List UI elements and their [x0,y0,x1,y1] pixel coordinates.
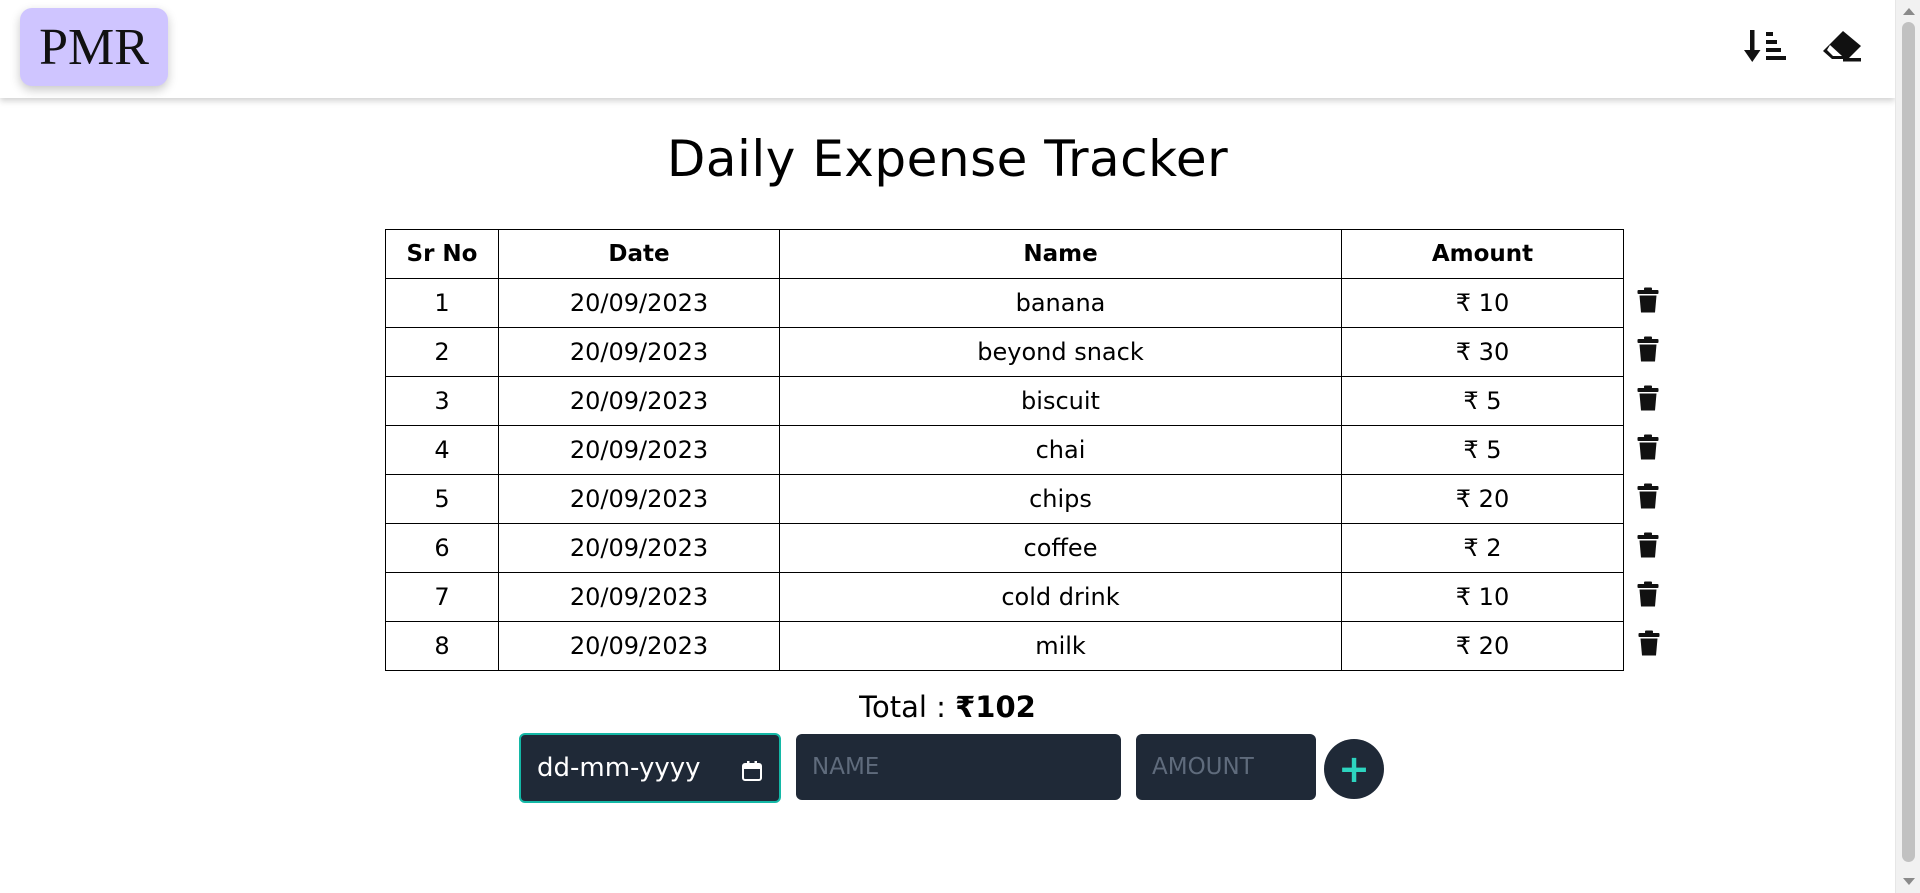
cell-amount: ₹ 10 [1341,278,1624,328]
table-row: 6 20/09/2023 coffee ₹ 2 [385,523,1660,573]
table-row: 3 20/09/2023 biscuit ₹ 5 [385,376,1660,426]
table-header-row: Sr No Date Name Amount [385,229,1660,279]
trash-icon[interactable] [1637,385,1659,417]
table-row: 8 20/09/2023 milk ₹ 20 [385,621,1660,671]
scroll-up-arrow-icon[interactable] [1903,8,1915,15]
total-summary: Total : ₹102 [0,690,1895,724]
delete-row-button[interactable] [1624,377,1660,426]
trash-icon[interactable] [1637,434,1659,466]
cell-sr-no: 7 [385,572,499,622]
cell-amount: ₹ 30 [1341,327,1624,377]
trash-icon[interactable] [1637,483,1659,515]
amount-placeholder: AMOUNT [1152,754,1254,780]
name-input[interactable]: NAME [796,734,1121,800]
trash-icon[interactable] [1637,581,1659,613]
delete-row-button[interactable] [1624,622,1660,671]
amount-input[interactable]: AMOUNT [1136,734,1316,800]
trash-icon[interactable] [1637,532,1659,564]
cell-date: 20/09/2023 [498,523,780,573]
cell-name: milk [779,621,1342,671]
cell-amount: ₹ 5 [1341,425,1624,475]
add-expense-button[interactable]: + [1324,739,1384,799]
page: PMR Daily Expense Tracker Sr No Date Nam… [0,0,1920,893]
cell-amount: ₹ 5 [1341,376,1624,426]
page-title: Daily Expense Tracker [666,130,1229,188]
cell-date: 20/09/2023 [498,572,780,622]
cell-sr-no: 2 [385,327,499,377]
cell-date: 20/09/2023 [498,621,780,671]
cell-name: chai [779,425,1342,475]
cell-name: beyond snack [779,327,1342,377]
delete-row-button[interactable] [1624,573,1660,622]
cell-date: 20/09/2023 [498,327,780,377]
logo[interactable]: PMR [20,8,168,86]
date-input[interactable]: dd-mm-yyyy [519,733,781,803]
top-bar: PMR [0,0,1895,98]
cell-date: 20/09/2023 [498,376,780,426]
vertical-scrollbar[interactable] [1895,0,1920,893]
expense-table: Sr No Date Name Amount 1 20/09/2023 banana… [385,229,1660,671]
scroll-down-arrow-icon[interactable] [1903,878,1915,885]
eraser-icon[interactable] [1818,24,1866,68]
table-row: 7 20/09/2023 cold drink ₹ 10 [385,572,1660,622]
table-row: 2 20/09/2023 beyond snack ₹ 30 [385,327,1660,377]
cell-sr-no: 4 [385,425,499,475]
date-placeholder: dd-mm-yyyy [537,753,701,783]
cell-name: cold drink [779,572,1342,622]
column-header-sr-no: Sr No [385,229,499,279]
cell-name: chips [779,474,1342,524]
cell-amount: ₹ 20 [1341,474,1624,524]
cell-sr-no: 8 [385,621,499,671]
total-label: Total : [859,690,956,724]
cell-name: banana [779,278,1342,328]
table-row: 5 20/09/2023 chips ₹ 20 [385,474,1660,524]
column-header-amount: Amount [1341,229,1624,279]
cell-sr-no: 5 [385,474,499,524]
trash-icon[interactable] [1637,287,1659,319]
cell-amount: ₹ 10 [1341,572,1624,622]
cell-sr-no: 3 [385,376,499,426]
table-row: 1 20/09/2023 banana ₹ 10 [385,278,1660,328]
plus-icon: + [1338,747,1370,791]
sort-descending-icon[interactable] [1742,24,1790,68]
cell-date: 20/09/2023 [498,474,780,524]
trash-icon[interactable] [1638,630,1660,662]
total-value: ₹102 [955,690,1036,724]
cell-sr-no: 6 [385,523,499,573]
cell-date: 20/09/2023 [498,425,780,475]
column-header-name: Name [779,229,1342,279]
delete-row-button[interactable] [1624,328,1660,377]
scrollbar-thumb[interactable] [1902,22,1915,862]
cell-amount: ₹ 2 [1341,523,1624,573]
calendar-icon[interactable] [741,759,763,789]
cell-sr-no: 1 [385,278,499,328]
table-row: 4 20/09/2023 chai ₹ 5 [385,425,1660,475]
delete-row-button[interactable] [1624,279,1660,328]
delete-row-button[interactable] [1624,524,1660,573]
cell-amount: ₹ 20 [1341,621,1624,671]
cell-name: coffee [779,523,1342,573]
trash-icon[interactable] [1637,336,1659,368]
name-placeholder: NAME [812,754,880,780]
cell-name: biscuit [779,376,1342,426]
delete-row-button[interactable] [1624,475,1660,524]
delete-row-button[interactable] [1624,426,1660,475]
column-header-date: Date [498,229,780,279]
cell-date: 20/09/2023 [498,278,780,328]
